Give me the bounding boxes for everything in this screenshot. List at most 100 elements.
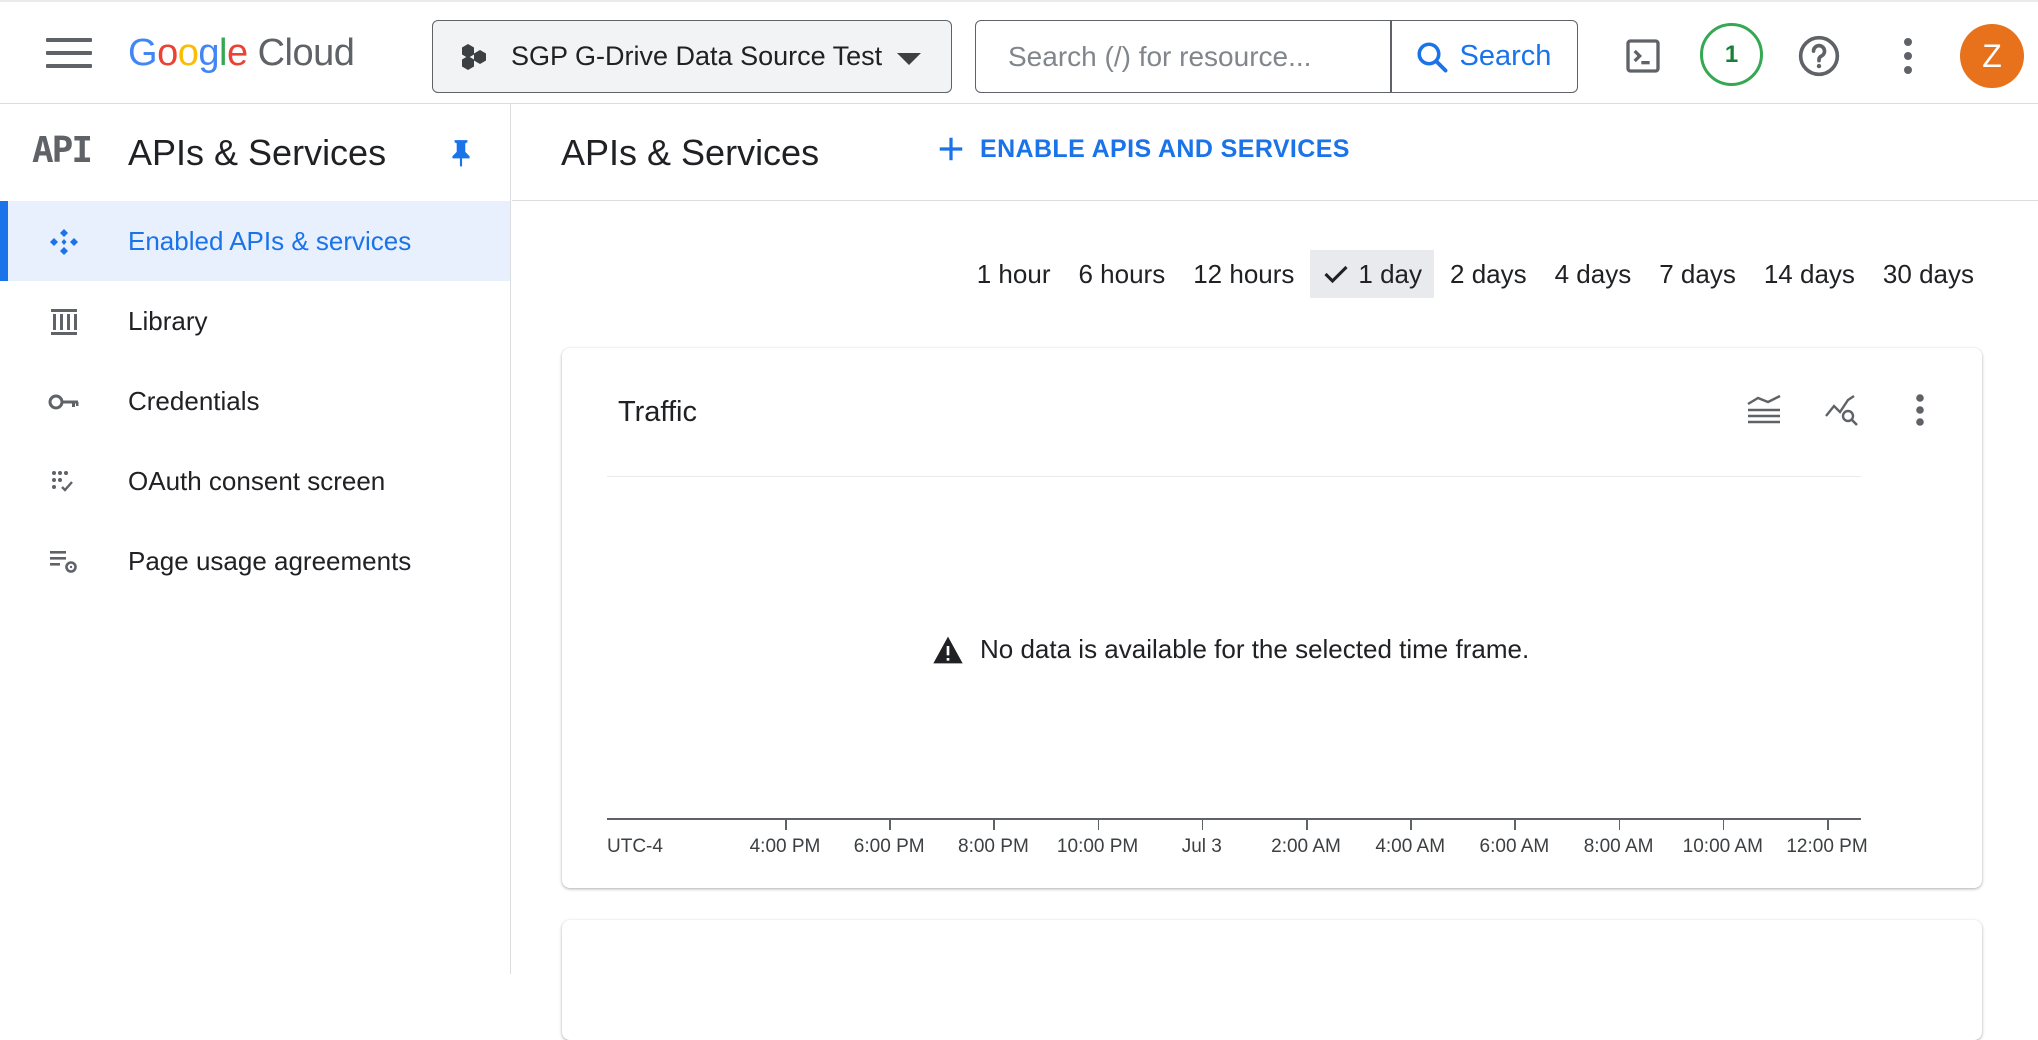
traffic-card: Traffic No data is available for the sel… — [562, 348, 1982, 888]
sidebar-item-label: Enabled APIs & services — [128, 225, 412, 256]
terminal-icon — [1626, 39, 1660, 73]
x-axis-tick — [993, 820, 995, 830]
explore-chart-button[interactable] — [1822, 390, 1862, 430]
time-range-14-days[interactable]: 14 days — [1752, 250, 1867, 298]
time-range-12-hours[interactable]: 12 hours — [1181, 250, 1306, 298]
x-axis — [607, 818, 1861, 820]
logo-letter: l — [218, 32, 227, 74]
check-icon — [1324, 265, 1348, 284]
search-icon — [1416, 41, 1447, 72]
x-axis-tick-label: 10:00 AM — [1682, 836, 1763, 857]
timezone-label: UTC-4 — [607, 836, 663, 857]
time-range-30-days[interactable]: 30 days — [1871, 250, 1986, 298]
empty-state-message: No data is available for the selected ti… — [932, 634, 1529, 665]
card-divider — [607, 476, 1861, 477]
logo-letter: e — [226, 32, 248, 74]
search-bar: Search — [975, 20, 1578, 93]
x-axis-tick — [1097, 820, 1100, 830]
time-range-label: 14 days — [1763, 258, 1855, 289]
card-more-options-button[interactable] — [1900, 390, 1940, 430]
consent-dots-icon — [52, 471, 73, 492]
sidebar-item-library[interactable]: Library — [0, 281, 510, 361]
x-axis-tick — [1410, 820, 1412, 830]
legend-toggle-button[interactable] — [1744, 390, 1784, 430]
x-axis-tick-label: 4:00 PM — [749, 836, 821, 857]
x-axis-tick-label: 2:00 AM — [1271, 836, 1341, 857]
x-axis-tick — [785, 820, 787, 830]
time-range-6-hours[interactable]: 6 hours — [1066, 250, 1177, 298]
enable-apis-button[interactable]: ENABLE APIS AND SERVICES — [936, 134, 1350, 164]
traffic-card-actions — [1744, 390, 1940, 430]
main-header: APIs & Services ENABLE APIS AND SERVICES — [512, 104, 2038, 201]
time-range-selector: 1 hour 6 hours 12 hours 1 day 2 days 4 d… — [965, 250, 1986, 298]
x-axis-tick — [1618, 820, 1621, 830]
search-input[interactable] — [976, 22, 1390, 91]
chevron-down-icon — [897, 53, 921, 65]
x-axis-tick — [1306, 820, 1308, 830]
project-name: SGP G-Drive Data Source Test — [511, 41, 883, 71]
plus-icon — [939, 137, 963, 161]
stacked-lines-icon — [1747, 394, 1781, 424]
x-axis-tick-label: Jul 3 — [1181, 836, 1222, 857]
time-range-label: 12 hours — [1193, 258, 1295, 289]
logo-letter: o — [177, 32, 199, 74]
empty-state-text: No data is available for the selected ti… — [980, 634, 1530, 664]
sidebar-header: API APIs & Services — [0, 104, 510, 201]
library-icon — [51, 309, 77, 335]
logo-letter: g — [198, 32, 219, 74]
main-menu-icon[interactable] — [46, 38, 92, 72]
sidebar-item-credentials[interactable]: Credentials — [0, 361, 510, 441]
time-range-label: 1 day — [1358, 258, 1423, 289]
time-range-label: 1 hour — [976, 258, 1051, 289]
time-range-1-day[interactable]: 1 day — [1310, 250, 1435, 298]
time-range-4-days[interactable]: 4 days — [1543, 250, 1644, 298]
time-range-label: 2 days — [1450, 258, 1527, 289]
time-range-1-hour[interactable]: 1 hour — [965, 250, 1063, 298]
key-icon — [48, 394, 79, 410]
x-axis-tick — [1201, 820, 1204, 830]
x-axis-tick — [889, 820, 891, 830]
pin-icon[interactable] — [448, 138, 474, 173]
help-button[interactable] — [1791, 28, 1847, 84]
sidebar-item-label: Page usage agreements — [128, 545, 412, 576]
x-axis-tick-label: 8:00 AM — [1583, 836, 1654, 857]
x-axis-tick — [1722, 820, 1725, 830]
page-title: APIs & Services — [561, 132, 820, 173]
cloud-shell-button[interactable] — [1615, 28, 1671, 84]
sidebar: API APIs & Services Enabled APIs & servi… — [0, 104, 511, 974]
warning-icon — [933, 636, 963, 663]
search-button[interactable]: Search — [1392, 22, 1552, 92]
search-button-label: Search — [1459, 40, 1552, 72]
traffic-card-title: Traffic — [618, 396, 697, 428]
top-bar: Google Cloud SGP G-Drive Data Source Tes… — [0, 0, 2038, 104]
project-picker-button[interactable]: SGP G-Drive Data Source Test — [432, 20, 952, 93]
x-axis-tick-label: 4:00 AM — [1375, 836, 1446, 857]
time-range-7-days[interactable]: 7 days — [1647, 250, 1748, 298]
time-range-2-days[interactable]: 2 days — [1438, 250, 1539, 298]
google-cloud-logo[interactable]: Google Cloud — [128, 32, 355, 80]
x-axis-tick-label: 10:00 PM — [1056, 836, 1139, 857]
logo-letter: G — [128, 32, 158, 74]
logo-product-name: Cloud — [257, 32, 355, 74]
x-axis-tick-label: 6:00 AM — [1479, 836, 1550, 857]
x-axis-tick-label: 12:00 PM — [1786, 836, 1868, 857]
time-range-label: 30 days — [1882, 258, 1974, 289]
notification-count: 1 — [1724, 40, 1739, 68]
api-badge-icon: API — [32, 130, 93, 171]
notifications-button[interactable]: 1 — [1700, 23, 1763, 86]
sidebar-item-page-usage-agreements[interactable]: Page usage agreements — [0, 521, 510, 601]
sidebar-item-label: Credentials — [128, 385, 260, 416]
project-hexagon-icon — [462, 43, 486, 70]
sidebar-item-oauth-consent[interactable]: OAuth consent screen — [0, 441, 510, 521]
time-range-label: 7 days — [1659, 258, 1736, 289]
time-range-label: 4 days — [1554, 258, 1632, 289]
x-axis-tick — [1514, 820, 1516, 830]
avatar[interactable]: Z — [1960, 24, 2024, 88]
help-icon — [1798, 35, 1840, 77]
more-options-button[interactable] — [1880, 28, 1936, 84]
enable-apis-label: ENABLE APIS AND SERVICES — [980, 134, 1350, 163]
sidebar-item-label: Library — [128, 305, 208, 336]
chart-search-icon — [1825, 395, 1858, 426]
sidebar-item-label: OAuth consent screen — [128, 465, 386, 496]
sidebar-item-enabled-apis[interactable]: Enabled APIs & services — [0, 201, 510, 281]
